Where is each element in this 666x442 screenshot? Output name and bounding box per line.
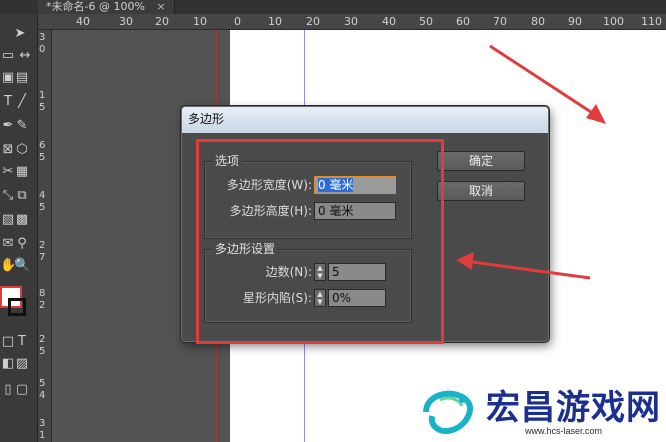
- content-placer-icon[interactable]: ▤: [14, 70, 30, 86]
- ruler-label: 40: [382, 15, 396, 28]
- ruler-label: 1: [39, 430, 46, 441]
- ruler-label: 10: [268, 15, 282, 28]
- vertical-ruler: 3 0 1 5 6 5 4 5 2 7 8 2 2 5 5 4 3 1: [38, 30, 52, 442]
- ruler-label: 20: [155, 15, 169, 28]
- document-tabbar: *未命名-6 @ 100% ×: [0, 0, 666, 14]
- polygon-tool-icon[interactable]: ⬡: [14, 142, 30, 158]
- ruler-label: 4: [39, 390, 46, 401]
- ruler-label: 110: [641, 15, 662, 28]
- ruler-label: 20: [306, 15, 320, 28]
- ruler-label: 10: [193, 15, 207, 28]
- apply-none-icon[interactable]: ▨: [14, 356, 30, 372]
- ruler-label: 80: [531, 15, 545, 28]
- ruler-label: 30: [344, 15, 358, 28]
- ruler-label: 4: [39, 190, 46, 201]
- apply-text-icon[interactable]: T: [14, 334, 30, 350]
- eyedropper-icon[interactable]: ⚲: [14, 236, 30, 252]
- ruler-label: 2: [39, 300, 46, 311]
- ruler-label: 70: [493, 15, 507, 28]
- ruler-label: 50: [419, 15, 433, 28]
- ruler-label: 5: [39, 202, 46, 213]
- dragon-logo-icon: [423, 390, 473, 434]
- pencil-tool-icon[interactable]: ✎: [14, 118, 30, 134]
- line-tool-icon[interactable]: ╱: [14, 94, 30, 110]
- ruler-label: 0: [234, 15, 241, 28]
- ruler-label: 3: [39, 418, 46, 429]
- ruler-label: 40: [76, 15, 90, 28]
- ruler-label: 0: [39, 44, 46, 55]
- ruler-label: 2: [39, 334, 46, 345]
- close-icon[interactable]: ×: [156, 0, 165, 13]
- preview-mode-icon[interactable]: ▢: [14, 382, 30, 398]
- watermark-url: www.hcs-laser.com: [525, 426, 603, 436]
- gradient-feather-icon[interactable]: ▩: [14, 212, 30, 228]
- dialog-title[interactable]: 多边形: [182, 107, 548, 133]
- ruler-label: 5: [39, 346, 46, 357]
- toolbox: ➤ ▭ ↔ ▣ ▤ T ╱ ✒ ✎ ⊠ ⬡ ✂ ▦ ⤡ ⧉ ▧ ▩ ✉ ⚲ ✋ …: [0, 14, 38, 442]
- horizontal-ruler: 40 30 20 10 0 10 20 30 40 50 60 70 80 90…: [38, 14, 666, 30]
- ruler-label: 100: [603, 15, 624, 28]
- cancel-button[interactable]: 取消: [437, 181, 525, 201]
- ok-button[interactable]: 确定: [437, 151, 525, 171]
- grid-tool-icon[interactable]: ▦: [14, 164, 30, 180]
- document-tab-title: *未命名-6 @ 100%: [46, 0, 145, 13]
- highlight-box: [196, 139, 444, 344]
- free-transform-icon[interactable]: ⧉: [14, 188, 30, 204]
- stroke-swatch[interactable]: [8, 298, 26, 316]
- ruler-label: 1: [39, 90, 46, 101]
- ruler-label: 60: [456, 15, 470, 28]
- ruler-label: 30: [119, 15, 133, 28]
- ruler-label: 5: [39, 152, 46, 163]
- watermark-brand: 宏昌游戏网: [486, 388, 661, 428]
- gap-tool-icon[interactable]: ↔: [14, 48, 36, 64]
- zoom-tool-icon[interactable]: 🔍: [14, 258, 30, 274]
- ruler-label: 3: [39, 32, 46, 43]
- ruler-label: 5: [39, 378, 46, 389]
- document-tab[interactable]: *未命名-6 @ 100% ×: [38, 0, 175, 14]
- ruler-label: 5: [39, 102, 46, 113]
- ruler-label: 7: [39, 252, 46, 263]
- ruler-label: 2: [39, 240, 46, 251]
- ruler-label: 6: [39, 140, 46, 151]
- ruler-label: 90: [568, 15, 582, 28]
- ruler-label: 8: [39, 288, 46, 299]
- selection-tool-icon[interactable]: ➤: [12, 26, 28, 42]
